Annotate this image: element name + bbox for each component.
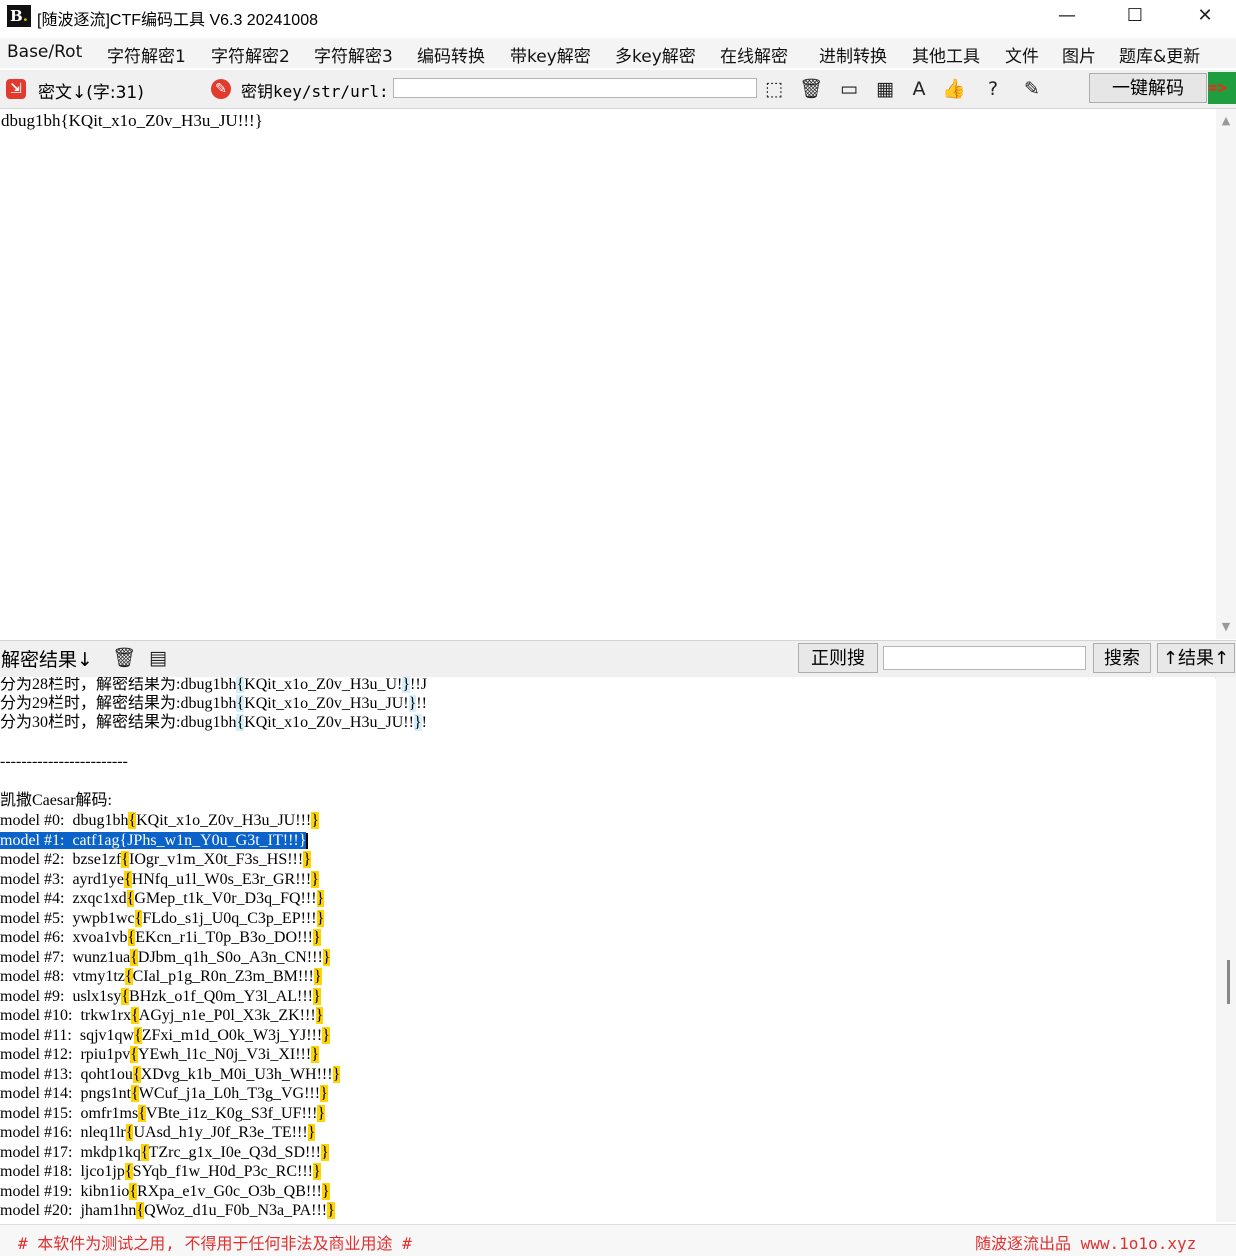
table-row: model #4: zxqc1xd{GMep_t1k_V0r_D3q_FQ!!!… — [0, 890, 325, 907]
footer-credit: 随波逐流出品 www.1o1o.xyz — [975, 1234, 1197, 1253]
result-label: 解密结果↓ — [1, 649, 93, 671]
side-panel-toggle-icon[interactable]: => — [1208, 72, 1236, 104]
table-row: model #16: nleq1lr{UAsd_h1y_J0f_R3e_TE!!… — [0, 1124, 316, 1141]
table-row: model #14: pngs1nt{WCuf_j1a_L0h_T3g_VG!!… — [0, 1085, 328, 1102]
caesar-title: 凯撒Caesar解码: — [0, 792, 112, 809]
one-click-decode-button[interactable]: 一键解码 — [1089, 73, 1207, 103]
cipher-scrollbar[interactable]: ▲ ▼ — [1216, 109, 1236, 639]
copy-result-icon[interactable]: ▤ — [145, 645, 171, 671]
table-row: model #19: kibn1io{RXpa_e1v_G0c_O3b_QB!!… — [0, 1182, 330, 1200]
menu-online-decrypt[interactable]: 在线解密 — [720, 42, 788, 67]
list-item: 分为30栏时，解密结果为:dbug1bh{KQit_x1o_Z0v_H3u_JU… — [0, 714, 427, 731]
menu-image[interactable]: 图片 — [1062, 42, 1096, 67]
table-row: model #9: uslx1sy{BHzk_o1f_Q0m_Y3l_AL!!!… — [0, 987, 321, 1005]
key-input[interactable] — [393, 78, 757, 98]
list-item: 分为28栏时，解密结果为:dbug1bh{KQit_x1o_Z0v_H3u_U!… — [0, 677, 427, 693]
edit-icon[interactable]: ✎ — [1019, 76, 1045, 102]
select-icon[interactable]: ⬚ — [761, 76, 787, 102]
table-row: model #13: qoht1ou{XDvg_k1b_M0i_U3h_WH!!… — [0, 1065, 341, 1083]
maximize-button[interactable]: ☐ — [1100, 0, 1170, 32]
table-row: model #0: dbug1bh{KQit_x1o_Z0v_H3u_JU!!!… — [0, 812, 319, 829]
font-icon[interactable]: A — [906, 76, 932, 102]
thumbs-up-icon[interactable]: 👍 — [941, 76, 967, 102]
menu-key-decrypt[interactable]: 带key解密 — [510, 42, 591, 67]
result-scrollbar[interactable] — [1216, 677, 1236, 1222]
help-icon[interactable]: ? — [980, 76, 1006, 102]
menu-char-decrypt-1[interactable]: 字符解密1 — [107, 42, 186, 67]
result-textarea[interactable]: 分为28栏时，解密结果为:dbug1bh{KQit_x1o_Z0v_H3u_U!… — [0, 677, 1215, 1222]
menu-base-rot[interactable]: Base/Rot — [7, 42, 82, 62]
table-row: model #8: vtmy1tz{CIal_p1g_R0n_Z3m_BM!!!… — [0, 968, 322, 985]
menu-file[interactable]: 文件 — [1005, 42, 1039, 67]
menu-encoding[interactable]: 编码转换 — [417, 42, 485, 67]
menu-bar: Base/Rot 字符解密1 字符解密2 字符解密3 编码转换 带key解密 多… — [0, 38, 1236, 68]
table-row: model #7: wunz1ua{DJbm_q1h_S0o_A3n_CN!!!… — [0, 948, 331, 966]
menu-char-decrypt-3[interactable]: 字符解密3 — [314, 42, 393, 67]
result-scroll-thumb[interactable] — [1227, 960, 1230, 1004]
menu-other-tools[interactable]: 其他工具 — [912, 42, 980, 67]
table-row: model #6: xvoa1vb{EKcn_r1i_T0p_B3o_DO!!!… — [0, 929, 321, 946]
toolbar: ⇲ 密文↓(字:31) ✎ 密钥key/str/url: ⬚ 🗑 ▭ ▦ A 👍… — [0, 70, 1236, 109]
table-row: model #10: trkw1rx{AGyj_n1e_P0l_X3k_ZK!!… — [0, 1007, 324, 1024]
search-button[interactable]: 搜索 — [1093, 643, 1151, 673]
minimize-button[interactable]: — — [1032, 0, 1102, 32]
table-row: model #20: jham1hn{QWoz_d1u_F0b_N3a_PA!!… — [0, 1202, 335, 1219]
title-bar: B. [随波逐流]CTF编码工具 V6.3 20241008 — ☐ ✕ — [0, 0, 1236, 34]
menu-radix[interactable]: 进制转换 — [819, 42, 887, 67]
menu-multi-key[interactable]: 多key解密 — [615, 42, 696, 67]
table-row: model #17: mkdp1kq{TZrc_g1x_I0e_Q3d_SD!!… — [0, 1143, 329, 1161]
table-row: model #12: rpiu1pv{YEwh_l1c_N0j_V3i_XI!!… — [0, 1046, 319, 1063]
list-item: 分为29栏时，解密结果为:dbug1bh{KQit_x1o_Z0v_H3u_JU… — [0, 695, 427, 712]
table-row: model #18: ljco1jp{SYqb_f1w_H0d_P3c_RC!!… — [0, 1163, 321, 1180]
trash-icon[interactable]: 🗑 — [798, 76, 824, 102]
menu-char-decrypt-2[interactable]: 字符解密2 — [211, 42, 290, 67]
scroll-down-icon[interactable]: ▼ — [1220, 621, 1232, 633]
import-icon[interactable]: ⇲ — [6, 79, 26, 99]
footer-disclaimer: # 本软件为测试之用, 不得用于任何非法及商业用途 # — [18, 1234, 412, 1253]
result-search-input[interactable] — [883, 646, 1086, 670]
table-row: model #15: omfr1ms{VBte_i1z_K0g_S3f_UF!!… — [0, 1104, 326, 1122]
close-button[interactable]: ✕ — [1170, 0, 1236, 32]
result-header: 解密结果↓ 🗑 ▤ 正则搜 搜索 ↑结果↑ — [0, 640, 1236, 678]
table-row: model #1: catf1ag{JPhs_w1n_Y0u_G3t_IT!!!… — [0, 831, 309, 849]
calculator-icon[interactable]: ▦ — [872, 76, 898, 102]
cipher-label: 密文↓(字:31) — [38, 83, 144, 103]
table-row: model #3: ayrd1ye{HNfq_u1l_W0s_E3r_GR!!!… — [0, 870, 319, 888]
table-row: model #11: sqjv1qw{ZFxi_m1d_O0k_W3j_YJ!!… — [0, 1026, 330, 1044]
status-bar: # 本软件为测试之用, 不得用于任何非法及商业用途 # 随波逐流出品 www.1… — [0, 1224, 1236, 1256]
table-row: model #2: bzse1zf{IOgr_v1m_X0t_F3s_HS!!!… — [0, 851, 311, 868]
regex-search-button[interactable]: 正则搜 — [798, 643, 878, 673]
key-edit-icon[interactable]: ✎ — [211, 79, 231, 99]
table-row: model #5: ywpb1wc{FLdo_s1j_U0q_C3p_EP!!!… — [0, 909, 325, 927]
app-logo-icon: B. — [7, 5, 31, 27]
clear-result-icon[interactable]: 🗑 — [111, 645, 137, 671]
terminal-icon[interactable]: ▭ — [836, 76, 862, 102]
menu-questions-update[interactable]: 题库&更新 — [1119, 42, 1200, 67]
scroll-up-icon[interactable]: ▲ — [1220, 115, 1232, 127]
result-up-button[interactable]: ↑结果↑ — [1157, 643, 1235, 673]
window-title: [随波逐流]CTF编码工具 V6.3 20241008 — [37, 12, 318, 29]
separator-line: ------------------------ — [0, 753, 128, 770]
cipher-textarea[interactable]: dbug1bh{KQit_x1o_Z0v_H3u_JU!!!} — [0, 109, 1215, 639]
key-label: 密钥key/str/url: — [241, 82, 389, 101]
